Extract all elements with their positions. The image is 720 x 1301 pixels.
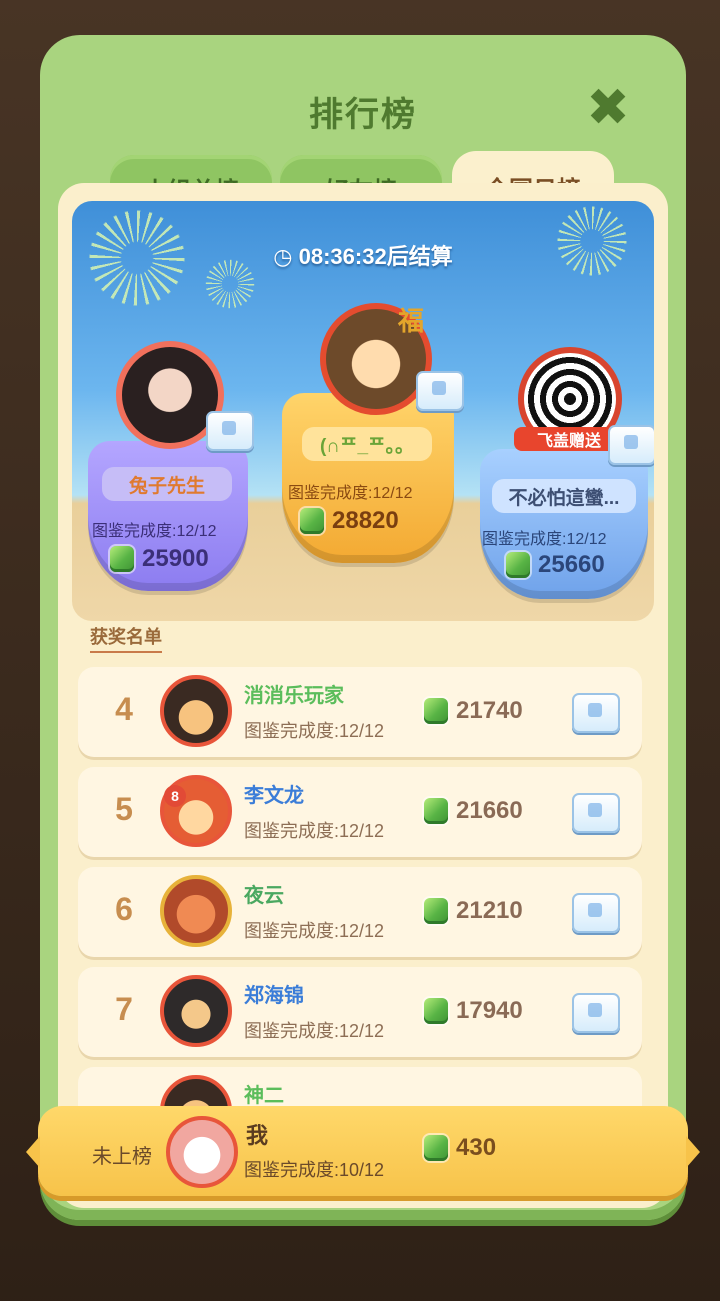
podium-third[interactable]: 飞盖赠送 不必怕這蠻... 图鉴完成度:12/12 25660: [474, 341, 654, 611]
avatar: [160, 675, 232, 747]
list-item[interactable]: 6 夜云 图鉴完成度:12/12 21210: [78, 867, 642, 957]
reward-box-icon: [572, 993, 620, 1033]
gem-icon: [110, 546, 134, 572]
avatar: [160, 975, 232, 1047]
award-list-label: 获奖名单: [90, 623, 162, 653]
rank-number: 4: [115, 691, 133, 727]
player-name: 李文龙: [244, 785, 304, 807]
reward-box-icon: [608, 425, 654, 465]
rank-number: 6: [115, 891, 133, 927]
close-icon[interactable]: ✖: [585, 82, 631, 134]
player-name: 兔子先生: [102, 467, 232, 501]
score: 28820: [300, 507, 399, 535]
avatar: [166, 1116, 238, 1188]
completion-text: 图鉴完成度:12/12: [244, 721, 385, 741]
score: 25900: [110, 545, 209, 573]
gem-icon: [424, 798, 448, 824]
player-name: 不必怕這蠻...: [492, 479, 636, 513]
player-name: 郑海锦: [244, 985, 304, 1007]
podium-second[interactable]: 兔子先生 图鉴完成度:12/12 25900: [82, 331, 254, 601]
podium-first[interactable]: 福 (∩ᄑ_ᄑ。。 图鉴完成度:12/12 28820: [272, 301, 464, 571]
reward-box-icon: [416, 371, 464, 411]
my-completion: 图鉴完成度:10/12: [244, 1160, 385, 1180]
list-item[interactable]: 7 郑海锦 图鉴完成度:12/12 17940: [78, 967, 642, 1057]
player-name: 消消乐玩家: [244, 685, 344, 707]
gem-icon: [424, 898, 448, 924]
gem-icon: [424, 1135, 448, 1161]
score: 21740: [424, 697, 523, 725]
player-name: 神二: [244, 1085, 284, 1107]
podium-banner: ◷ 08:36:32后结算 兔子先生 图鉴完成度:12/12 25900 福 (…: [72, 201, 654, 621]
reward-box-icon: [572, 793, 620, 833]
reward-box-icon: [572, 893, 620, 933]
completion-text: 图鉴完成度:12/12: [92, 523, 217, 540]
settle-timer: ◷ 08:36:32后结算: [72, 239, 654, 271]
completion-text: 图鉴完成度:12/12: [482, 531, 607, 548]
score: 21660: [424, 797, 523, 825]
gem-icon: [424, 998, 448, 1024]
gem-icon: [300, 508, 324, 534]
gem-icon: [506, 552, 530, 578]
player-name: (∩ᄑ_ᄑ。。: [302, 427, 432, 461]
completion-text: 图鉴完成度:12/12: [244, 1021, 385, 1041]
fu-badge: 福: [398, 306, 425, 336]
my-rank-bar[interactable]: 未上榜 我 图鉴完成度:10/12 430: [26, 1106, 700, 1196]
player-name: 夜云: [244, 885, 284, 907]
clock-icon: ◷: [273, 244, 293, 269]
gem-icon: [424, 698, 448, 724]
leaderboard-content: ◷ 08:36:32后结算 兔子先生 图鉴完成度:12/12 25900 福 (…: [58, 183, 668, 1208]
score: 25660: [506, 551, 605, 579]
score: 21210: [424, 897, 523, 925]
my-name: 我: [246, 1123, 269, 1148]
reward-box-icon: [206, 411, 254, 451]
timer-text: 08:36:32后结算: [298, 244, 453, 269]
score: 17940: [424, 997, 523, 1025]
avatar: [160, 875, 232, 947]
reward-box-icon: [572, 693, 620, 733]
my-rank-label: 未上榜: [92, 1146, 152, 1168]
rank-number: 5: [115, 791, 133, 827]
completion-text: 图鉴完成度:12/12: [244, 921, 385, 941]
completion-text: 图鉴完成度:12/12: [288, 485, 413, 502]
avatar-badge: 8: [164, 785, 186, 807]
list-item[interactable]: 5 8 李文龙 图鉴完成度:12/12 21660: [78, 767, 642, 857]
list-item[interactable]: 4 消消乐玩家 图鉴完成度:12/12 21740: [78, 667, 642, 757]
my-score: 430: [424, 1134, 496, 1162]
completion-text: 图鉴完成度:12/12: [244, 821, 385, 841]
rank-number: 7: [115, 991, 133, 1027]
